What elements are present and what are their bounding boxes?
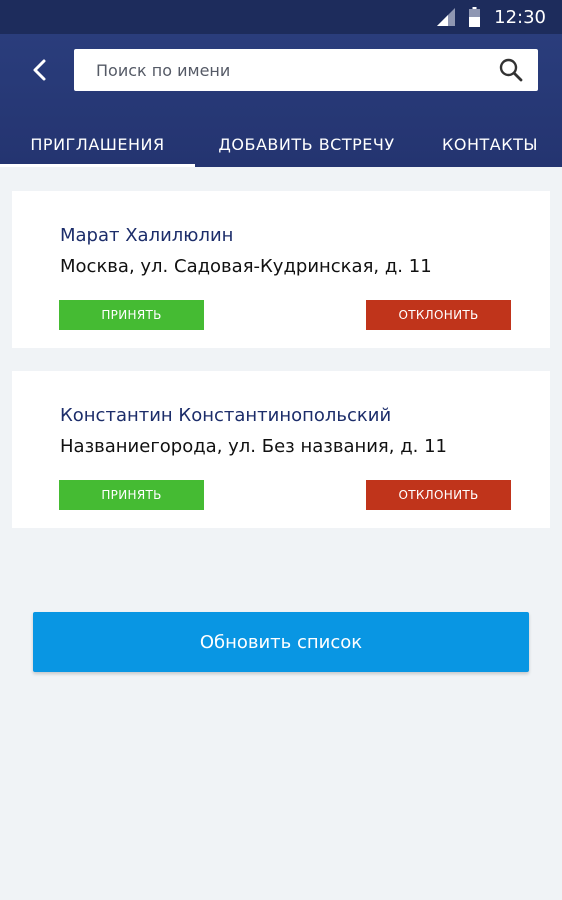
accept-button[interactable]: ПРИНЯТЬ (59, 480, 204, 510)
search-icon[interactable] (498, 57, 524, 83)
decline-button[interactable]: ОТКЛОНИТЬ (366, 300, 511, 330)
status-icons (437, 7, 481, 27)
tab-bar: ПРИГЛАШЕНИЯ ДОБАВИТЬ ВСТРЕЧУ КОНТАКТЫ (0, 122, 562, 167)
search-box (74, 49, 538, 91)
tab-label: ДОБАВИТЬ ВСТРЕЧУ (218, 135, 395, 154)
battery-icon (469, 7, 481, 27)
status-bar: 12:30 (0, 0, 562, 34)
invitation-card: Марат Халилюлин Москва, ул. Садовая-Кудр… (12, 191, 550, 348)
tab-label: ПРИГЛАШЕНИЯ (30, 135, 165, 154)
invitee-name: Марат Халилюлин (60, 225, 234, 246)
accept-button[interactable]: ПРИНЯТЬ (59, 300, 204, 330)
tab-add-meeting[interactable]: ДОБАВИТЬ ВСТРЕЧУ (195, 122, 418, 167)
invitation-card: Константин Константинопольский Названиег… (12, 371, 550, 528)
status-time: 12:30 (494, 6, 546, 28)
refresh-list-button[interactable]: Обновить список (33, 612, 529, 672)
invitee-name: Константин Константинопольский (60, 405, 392, 426)
chevron-left-icon (33, 59, 46, 81)
invitation-address: Названиегорода, ул. Без названия, д. 11 (60, 436, 447, 457)
app-header: ПРИГЛАШЕНИЯ ДОБАВИТЬ ВСТРЕЧУ КОНТАКТЫ (0, 34, 562, 167)
decline-button[interactable]: ОТКЛОНИТЬ (366, 480, 511, 510)
search-input[interactable] (96, 60, 498, 80)
tab-contacts[interactable]: КОНТАКТЫ (418, 122, 562, 167)
tab-label: КОНТАКТЫ (442, 135, 538, 154)
tab-invitations[interactable]: ПРИГЛАШЕНИЯ (0, 122, 195, 167)
invitation-address: Москва, ул. Садовая-Кудринская, д. 11 (60, 256, 432, 277)
signal-icon (437, 8, 456, 26)
back-button[interactable] (22, 52, 58, 88)
